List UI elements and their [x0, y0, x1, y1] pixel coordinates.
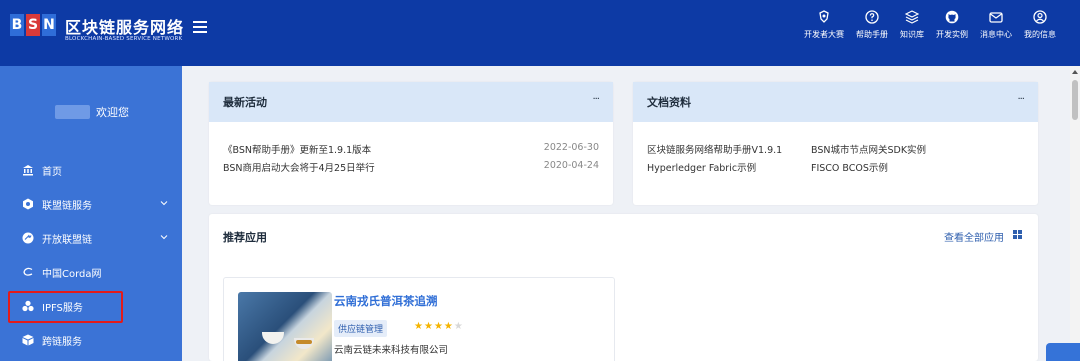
nav-label: 开发者大赛 [804, 30, 844, 39]
username-blurred [55, 105, 90, 119]
app-name-link[interactable]: 云南戎氏普洱茶追溯 [334, 293, 438, 309]
nav-my-info[interactable]: 我的信息 [1024, 10, 1056, 40]
mail-icon [989, 12, 1003, 23]
sidebar-item-open-chain[interactable]: 开放联盟链 [0, 223, 182, 253]
app-category-tag: 供应链管理 [334, 320, 388, 337]
docs-more-button[interactable]: ··· [1017, 94, 1024, 105]
doc-link[interactable]: FISCO BCOS示例 [811, 160, 888, 174]
news-more-button[interactable]: ··· [592, 94, 599, 105]
share-icon [22, 232, 34, 244]
user-icon [1033, 10, 1047, 24]
ipfs-highlight-box [8, 291, 123, 323]
welcome-text: 欢迎您 [96, 106, 129, 119]
sidebar-item-label: 开放联盟链 [42, 234, 92, 246]
nav-label: 开发实例 [936, 30, 968, 39]
recommended-title: 推荐应用 [223, 231, 267, 244]
doc-link[interactable]: BSN城市节点网关SDK实例 [811, 142, 926, 156]
nav-developer-contest[interactable]: 开发者大赛 [804, 10, 844, 40]
sidebar-item-label: 首页 [42, 166, 62, 178]
scroll-thumb[interactable] [1072, 80, 1078, 120]
sidebar-item-label: 中国Corda网 [42, 268, 102, 280]
brand-subtitle: BLOCKCHAIN-BASED SERVICE NETWORK [65, 36, 183, 42]
trophy-icon [819, 10, 829, 23]
doc-link[interactable]: Hyperledger Fabric示例 [647, 160, 756, 174]
corda-icon [22, 266, 34, 278]
welcome-area: 欢迎您 [55, 104, 129, 120]
nav-message-center[interactable]: 消息中心 [980, 10, 1012, 40]
news-date: 2022-06-30 [543, 142, 599, 153]
box-icon [22, 334, 34, 346]
sidebar-item-cross-chain[interactable]: 跨链服务 [0, 325, 182, 355]
nav-label: 帮助手册 [856, 30, 888, 39]
logo-letter-b: B [10, 14, 24, 36]
tea-liquid-shape [296, 340, 312, 344]
top-nav: 开发者大赛 帮助手册 知识库 开发实例 消息中心 我的信息 [792, 10, 1056, 40]
brand-title: 区块链服务网络 [65, 18, 185, 37]
nav-label: 知识库 [900, 30, 924, 39]
docs-card-title: 文档资料 [647, 96, 691, 109]
app-rating-stars: ★★★★★ [414, 321, 464, 332]
doc-link[interactable]: 区块链服务网络帮助手册V1.9.1 [647, 142, 782, 156]
sidebar-item-home[interactable]: 首页 [0, 155, 182, 185]
top-header: B S N 区块链服务网络 BLOCKCHAIN-BASED SERVICE N… [0, 0, 1080, 66]
sidebar: 欢迎您 首页 联盟链服务 开放联盟链 中国Corda网 IPFS服务 跨链服务 [0, 66, 182, 361]
docs-card-header: 文档资料 ··· [633, 82, 1038, 122]
help-icon [865, 10, 879, 24]
chevron-down-icon [160, 201, 168, 206]
stack-icon [905, 10, 919, 24]
sidebar-item-label: 联盟链服务 [42, 200, 92, 212]
scroll-up-arrow-icon[interactable] [1072, 70, 1078, 74]
hexagon-icon [22, 198, 34, 210]
app-company: 云南云链未来科技有限公司 [334, 345, 449, 356]
star-filled-icon: ★ [423, 321, 434, 332]
sidebar-item-consortium-chain[interactable]: 联盟链服务 [0, 189, 182, 219]
logo-letter-n: N [42, 14, 56, 36]
page-scrollbar[interactable] [1070, 66, 1080, 361]
logo-letter-s: S [26, 14, 40, 36]
github-icon [945, 10, 959, 24]
nav-label: 消息中心 [980, 30, 1012, 39]
sidebar-item-label: 跨链服务 [42, 336, 82, 348]
menu-toggle-icon[interactable] [193, 21, 207, 35]
bsn-logo[interactable]: B S N [10, 14, 58, 36]
app-card[interactable]: 云南戎氏普洱茶追溯 供应链管理 ★★★★★ 云南云链未来科技有限公司 [223, 277, 615, 361]
grid-icon[interactable] [1013, 230, 1022, 239]
star-filled-icon: ★ [433, 321, 444, 332]
news-card: 最新活动 ··· 《BSN帮助手册》更新至1.9.1版本 2022-06-30 … [209, 82, 613, 205]
chevron-down-icon [160, 235, 168, 240]
docs-card: 文档资料 ··· 区块链服务网络帮助手册V1.9.1 BSN城市节点网关SDK实… [633, 82, 1038, 205]
tea-cup-shape [262, 332, 284, 344]
floating-action-button[interactable] [1046, 343, 1080, 361]
star-filled-icon: ★ [443, 321, 454, 332]
nav-help-manual[interactable]: 帮助手册 [856, 10, 888, 40]
news-item[interactable]: 《BSN帮助手册》更新至1.9.1版本 [223, 142, 371, 156]
star-filled-icon: ★ [414, 321, 424, 332]
home-icon [22, 164, 34, 176]
news-card-header: 最新活动 ··· [209, 82, 613, 122]
nav-label: 我的信息 [1024, 30, 1056, 39]
news-date: 2020-04-24 [543, 160, 599, 171]
nav-dev-examples[interactable]: 开发实例 [936, 10, 968, 40]
news-item[interactable]: BSN商用启动大会将于4月25日举行 [223, 160, 375, 174]
nav-knowledge-base[interactable]: 知识库 [900, 10, 924, 40]
news-card-title: 最新活动 [223, 96, 267, 109]
sidebar-item-corda[interactable]: 中国Corda网 [0, 257, 182, 287]
app-thumbnail[interactable] [238, 292, 332, 361]
view-all-apps-link[interactable]: 查看全部应用 [944, 229, 1004, 244]
star-empty-icon: ★ [453, 321, 464, 332]
recommended-apps-card: 推荐应用 查看全部应用 云南戎氏普洱茶追溯 供应链管理 ★★★★★ 云南云链未来… [209, 214, 1038, 361]
